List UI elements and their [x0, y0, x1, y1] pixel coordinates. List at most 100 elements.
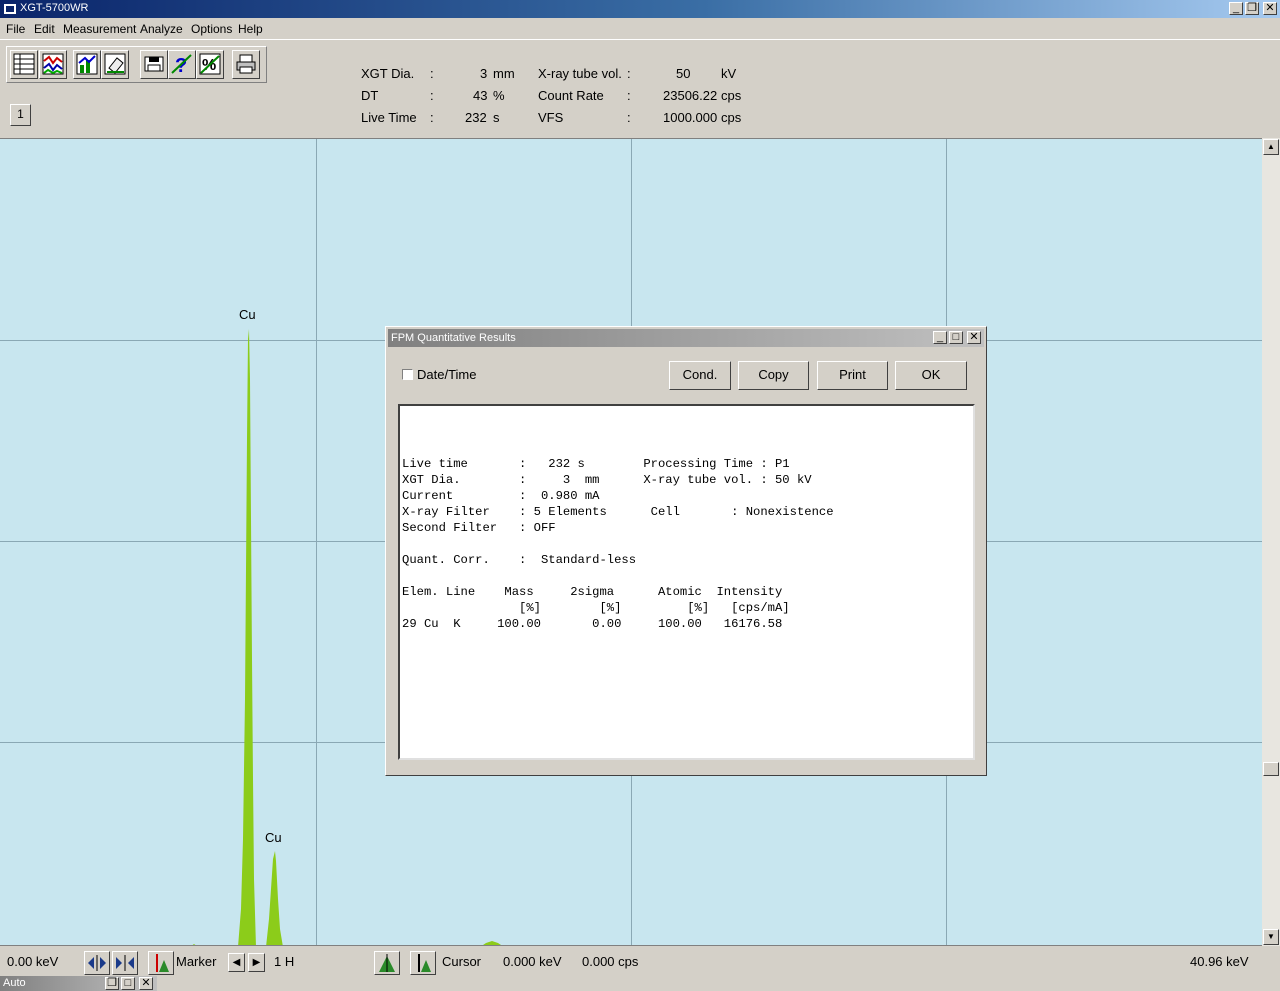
dialog-close-button[interactable]: ✕ [967, 331, 981, 344]
scroll-up-button[interactable]: ▲ [1263, 139, 1279, 155]
toolbar: ? % [6, 46, 267, 83]
zoom-in-icon [116, 955, 134, 971]
table-icon [13, 53, 35, 75]
vfs-unit: cps [721, 110, 742, 125]
minimize-icon: _ [1232, 2, 1240, 14]
print-button[interactable]: Print [817, 361, 888, 390]
close-icon: ✕ [141, 977, 151, 989]
dt-unit: % [493, 88, 505, 103]
menu-measurement[interactable]: Measurement [63, 22, 136, 36]
close-icon: ✕ [969, 331, 979, 343]
xgt-value: 3 [480, 66, 488, 81]
restore-button[interactable]: ❐ [1245, 2, 1259, 15]
percent-icon: % [199, 53, 221, 75]
eraser-button[interactable] [101, 50, 129, 79]
count-rate-value: 23506.22 [663, 88, 718, 103]
chart-button[interactable] [73, 50, 101, 79]
datetime-checkbox[interactable] [402, 369, 413, 380]
percent-button[interactable]: % [196, 50, 224, 79]
page-1-button[interactable]: 1 [10, 104, 31, 126]
status-bar: 0.00 keV Marker ◀ ▶ 1 H Cursor 0.000 keV… [0, 946, 1280, 976]
menu-help[interactable]: Help [238, 22, 263, 36]
tube-label: X-ray tube vol. [538, 66, 622, 81]
dt-colon: : [430, 88, 434, 103]
peak-search-button[interactable] [374, 951, 400, 975]
spectrum-icon [42, 53, 64, 75]
help-button[interactable]: ? [168, 50, 196, 79]
dt-label: DT [361, 88, 379, 103]
menu-options[interactable]: Options [191, 22, 232, 36]
print-icon [236, 54, 256, 74]
marker-next-button[interactable]: ▶ [248, 953, 265, 972]
count-rate-colon: : [627, 88, 631, 103]
live-time-label: Live Time [361, 110, 417, 125]
xgt-label: XGT Dia. [361, 66, 415, 81]
xgt-colon: : [430, 66, 434, 81]
tube-colon: : [627, 66, 631, 81]
fpm-results-dialog: FPM Quantitative Results _ □ ✕ Date/Time… [385, 326, 987, 776]
cond-button[interactable]: Cond. [669, 361, 731, 390]
menu-bar: File Edit Measurement Analyze Options He… [0, 19, 1280, 39]
menu-divider [0, 39, 1280, 40]
results-report[interactable]: Live time : 232 s Processing Time : P1 X… [398, 404, 975, 760]
triangle-right-icon: ▶ [252, 957, 261, 968]
minimized-restore-button[interactable]: ❐ [105, 977, 119, 990]
scroll-down-icon: ▼ [1267, 932, 1275, 941]
restore-icon: ❐ [107, 977, 117, 989]
cursor-counts: 0.000 cps [582, 954, 639, 969]
tube-unit: kV [721, 66, 737, 81]
restore-icon: ❐ [1247, 2, 1257, 14]
spectrum-button[interactable] [39, 50, 67, 79]
print-button[interactable] [232, 50, 260, 79]
copy-button[interactable]: Copy [738, 361, 809, 390]
cursor-icon [418, 954, 431, 972]
count-rate-unit: cps [721, 88, 742, 103]
datetime-label[interactable]: Date/Time [417, 367, 476, 382]
dialog-title: FPM Quantitative Results [391, 332, 516, 344]
menu-file[interactable]: File [6, 22, 25, 36]
minimized-close-button[interactable]: ✕ [139, 977, 153, 990]
maximize-icon: □ [124, 977, 132, 989]
ok-button[interactable]: OK [895, 361, 967, 390]
scroll-up-icon: ▲ [1267, 142, 1275, 151]
menu-edit[interactable]: Edit [34, 22, 55, 36]
zoom-in-button[interactable] [112, 951, 138, 975]
marker-prev-button[interactable]: ◀ [228, 953, 245, 972]
live-time-colon: : [430, 110, 434, 125]
cu-kb-peak [266, 851, 283, 945]
marker-button[interactable] [148, 951, 174, 975]
maximize-icon: □ [952, 331, 960, 343]
dialog-minimize-button[interactable]: _ [933, 331, 947, 344]
marker-label: Marker [176, 954, 217, 969]
minimize-button[interactable]: _ [1229, 2, 1243, 15]
save-button[interactable] [140, 50, 168, 79]
results-text: Live time : 232 s Processing Time : P1 X… [402, 457, 834, 631]
cursor-button[interactable] [410, 951, 436, 975]
window-title: XGT-5700WR [20, 2, 89, 14]
peak-label-cu-ka: Cu [239, 307, 256, 322]
minimized-window-title: Auto [3, 977, 26, 989]
table-button[interactable] [10, 50, 38, 79]
vertical-scrollbar[interactable]: ▲ ▼ [1262, 138, 1280, 946]
dt-value: 43 [473, 88, 488, 103]
save-icon [144, 56, 164, 72]
scroll-down-button[interactable]: ▼ [1263, 929, 1279, 945]
close-button[interactable]: ✕ [1263, 2, 1277, 15]
scroll-thumb[interactable] [1263, 762, 1279, 776]
zoom-out-button[interactable] [84, 951, 110, 975]
minimize-icon: _ [936, 331, 944, 343]
vfs-colon: : [627, 110, 631, 125]
min-energy-label: 0.00 keV [7, 954, 59, 969]
xgt-unit: mm [493, 66, 515, 81]
live-time-unit: s [493, 110, 500, 125]
live-time-value: 232 [465, 110, 487, 125]
zoom-out-icon [88, 955, 106, 971]
cursor-energy: 0.000 keV [503, 954, 562, 969]
dialog-maximize-button[interactable]: □ [949, 331, 963, 344]
menu-analyze[interactable]: Analyze [140, 22, 183, 36]
dialog-title-bar[interactable]: FPM Quantitative Results _ □ ✕ [388, 329, 984, 347]
triangle-left-icon: ◀ [232, 957, 241, 968]
minimized-window[interactable]: Auto ❐ □ ✕ [0, 976, 157, 991]
minimized-maximize-button[interactable]: □ [121, 977, 135, 990]
chart-icon [76, 53, 98, 75]
